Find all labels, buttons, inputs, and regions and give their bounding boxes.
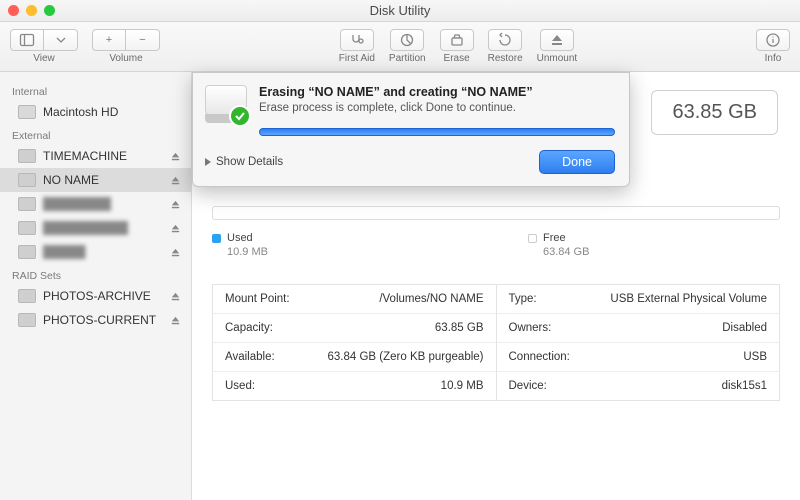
sidebar: Internal Macintosh HD External TIMEMACHI… [0, 72, 192, 500]
done-button[interactable]: Done [539, 150, 615, 174]
external-disk-icon [18, 289, 36, 303]
chevron-down-icon [53, 32, 69, 48]
external-disk-icon [18, 197, 36, 211]
sheet-subtitle: Erase process is complete, click Done to… [259, 102, 615, 114]
sidebar-item-label: PHOTOS-CURRENT [43, 313, 156, 327]
remove-volume-button[interactable]: − [126, 29, 160, 51]
sidebar-item-photos-current[interactable]: PHOTOS-CURRENT [0, 308, 191, 332]
sidebar-item-redacted[interactable]: ████████ [0, 192, 191, 216]
eject-button[interactable] [170, 223, 181, 234]
progress-bar [259, 128, 615, 136]
free-label: Free [543, 232, 566, 244]
external-disk-icon [18, 173, 36, 187]
info-row: Owners:Disabled [497, 314, 780, 343]
sidebar-item-macintosh-hd[interactable]: Macintosh HD [0, 100, 191, 124]
erase-button[interactable] [440, 29, 474, 51]
toolbar-label-restore: Restore [488, 53, 523, 64]
sidebar-item-label: █████ [43, 245, 86, 259]
sidebar-item-redacted[interactable]: █████ [0, 240, 191, 264]
titlebar: Disk Utility [0, 0, 800, 22]
info-row: Type:USB External Physical Volume [497, 285, 780, 314]
info-row: Used:10.9 MB [213, 372, 496, 400]
sidebar-icon [19, 32, 35, 48]
partition-button[interactable] [390, 29, 424, 51]
info-table: Mount Point:/Volumes/NO NAME Capacity:63… [212, 284, 780, 401]
eject-button[interactable] [170, 291, 181, 302]
eject-button[interactable] [170, 199, 181, 210]
free-swatch-icon [528, 234, 537, 243]
info-button[interactable] [756, 29, 790, 51]
erase-icon [449, 32, 465, 48]
toolbar-label-view: View [33, 53, 55, 64]
eject-button[interactable] [170, 151, 181, 162]
toolbar-label-volume: Volume [109, 53, 142, 64]
external-disk-icon [18, 221, 36, 235]
info-row: Capacity:63.85 GB [213, 314, 496, 343]
free-value: 63.84 GB [528, 246, 589, 258]
add-volume-button[interactable]: + [92, 29, 126, 51]
close-window-button[interactable] [8, 5, 19, 16]
eject-button[interactable] [170, 175, 181, 186]
check-icon [229, 105, 251, 127]
toolbar: View + − Volume First Aid Partition Eras… [0, 22, 800, 72]
disclosure-triangle-icon [205, 158, 211, 166]
restore-button[interactable] [488, 29, 522, 51]
toolbar-label-info: Info [765, 53, 782, 64]
minus-icon: − [139, 34, 145, 46]
show-details-label: Show Details [216, 156, 283, 168]
usage-bar [212, 206, 780, 220]
view-sidebar-button[interactable] [10, 29, 44, 51]
sidebar-item-label: ██████████ [43, 221, 128, 235]
sidebar-item-photos-archive[interactable]: PHOTOS-ARCHIVE [0, 284, 191, 308]
unmount-button[interactable] [540, 29, 574, 51]
sheet-title: Erasing “NO NAME” and creating “NO NAME” [259, 85, 615, 99]
window-title: Disk Utility [0, 3, 800, 18]
eject-icon [549, 32, 565, 48]
sidebar-item-timemachine[interactable]: TIMEMACHINE [0, 144, 191, 168]
disk-with-check-icon [205, 85, 247, 123]
sidebar-header-internal: Internal [0, 80, 191, 100]
toolbar-label-unmount: Unmount [537, 53, 578, 64]
sidebar-item-redacted[interactable]: ██████████ [0, 216, 191, 240]
sidebar-item-label: NO NAME [43, 173, 99, 187]
restore-icon [497, 32, 513, 48]
info-row: Device:disk15s1 [497, 372, 780, 400]
external-disk-icon [18, 149, 36, 163]
sidebar-item-no-name[interactable]: NO NAME [0, 168, 191, 192]
eject-button[interactable] [170, 247, 181, 258]
show-details-toggle[interactable]: Show Details [205, 156, 283, 168]
eject-button[interactable] [170, 315, 181, 326]
sidebar-item-label: TIMEMACHINE [43, 149, 127, 163]
erase-complete-sheet: Erasing “NO NAME” and creating “NO NAME”… [192, 72, 630, 187]
zoom-window-button[interactable] [44, 5, 55, 16]
first-aid-button[interactable] [340, 29, 374, 51]
internal-disk-icon [18, 105, 36, 119]
sidebar-item-label: Macintosh HD [43, 105, 118, 119]
capacity-readout: 63.85 GB [651, 90, 778, 135]
used-value: 10.9 MB [212, 246, 268, 258]
plus-icon: + [106, 34, 112, 46]
info-icon [765, 32, 781, 48]
used-label: Used [227, 232, 253, 244]
external-disk-icon [18, 313, 36, 327]
toolbar-label-erase: Erase [444, 53, 470, 64]
toolbar-label-first-aid: First Aid [339, 53, 375, 64]
minimize-window-button[interactable] [26, 5, 37, 16]
external-disk-icon [18, 245, 36, 259]
info-row: Mount Point:/Volumes/NO NAME [213, 285, 496, 314]
sidebar-item-label: ████████ [43, 197, 111, 211]
view-menu-button[interactable] [44, 29, 78, 51]
info-row: Connection:USB [497, 343, 780, 372]
sidebar-header-raid: RAID Sets [0, 264, 191, 284]
sidebar-header-external: External [0, 124, 191, 144]
pie-icon [399, 32, 415, 48]
sidebar-item-label: PHOTOS-ARCHIVE [43, 289, 151, 303]
info-row: Available:63.84 GB (Zero KB purgeable) [213, 343, 496, 372]
stethoscope-icon [349, 32, 365, 48]
toolbar-label-partition: Partition [389, 53, 426, 64]
used-swatch-icon [212, 234, 221, 243]
